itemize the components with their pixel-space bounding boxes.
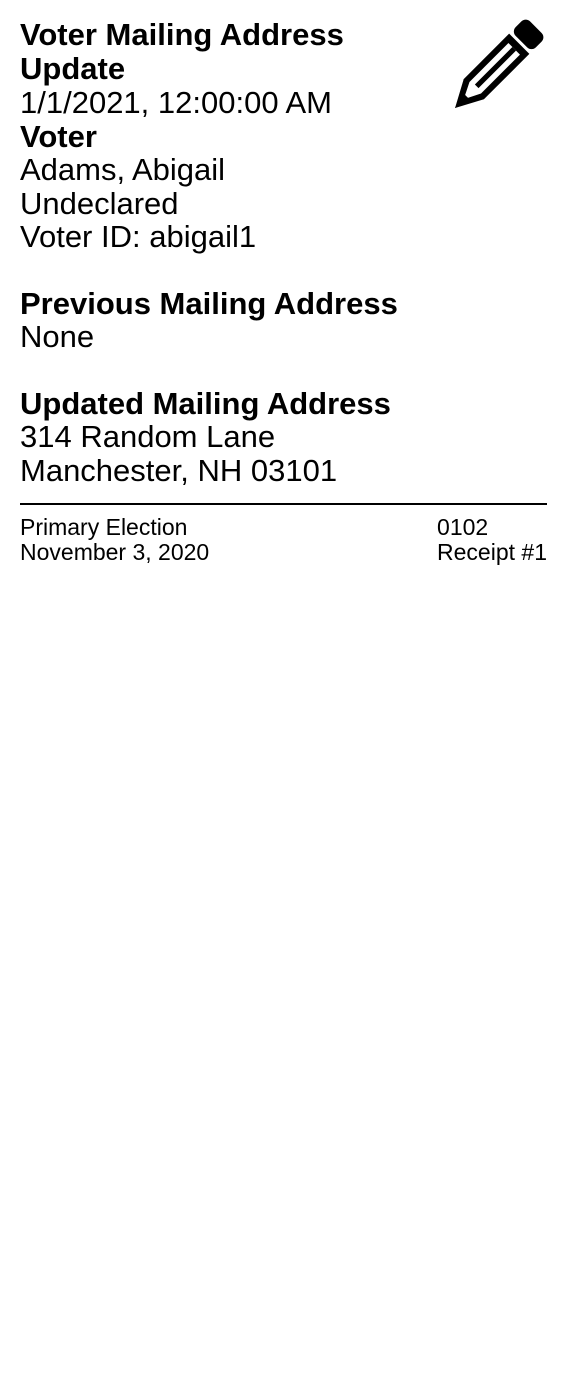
updated-address-line1: 314 Random Lane: [20, 419, 276, 454]
election-info: Primary Election November 3, 2020: [20, 515, 209, 565]
voter-heading: Voter: [20, 118, 97, 154]
voter-name: Adams, Abigail: [20, 152, 226, 187]
receipt-info: 0102 Receipt #1: [437, 515, 547, 565]
updated-address-heading: Updated Mailing Address: [20, 385, 391, 421]
updated-address-line2: Manchester, NH 03101: [20, 452, 338, 488]
receipt-header: Voter Mailing Address Update 1/1/2021, 1…: [20, 18, 547, 120]
precinct-code: 0102: [437, 514, 489, 540]
election-name: Primary Election: [20, 514, 188, 540]
receipt-title: Voter Mailing Address Update: [20, 17, 344, 86]
receipt-footer: Primary Election November 3, 2020 0102 R…: [20, 515, 547, 565]
receipt: Voter Mailing Address Update 1/1/2021, 1…: [20, 18, 547, 565]
election-date: November 3, 2020: [20, 539, 210, 565]
previous-address-heading: Previous Mailing Address: [20, 285, 398, 321]
pencil-icon: [455, 19, 544, 108]
voter-id: Voter ID: abigail1: [20, 219, 257, 254]
divider: [20, 503, 547, 505]
voter-party: Undeclared: [20, 185, 179, 221]
previous-address-value: None: [20, 319, 95, 354]
receipt-number: Receipt #1: [437, 539, 547, 565]
